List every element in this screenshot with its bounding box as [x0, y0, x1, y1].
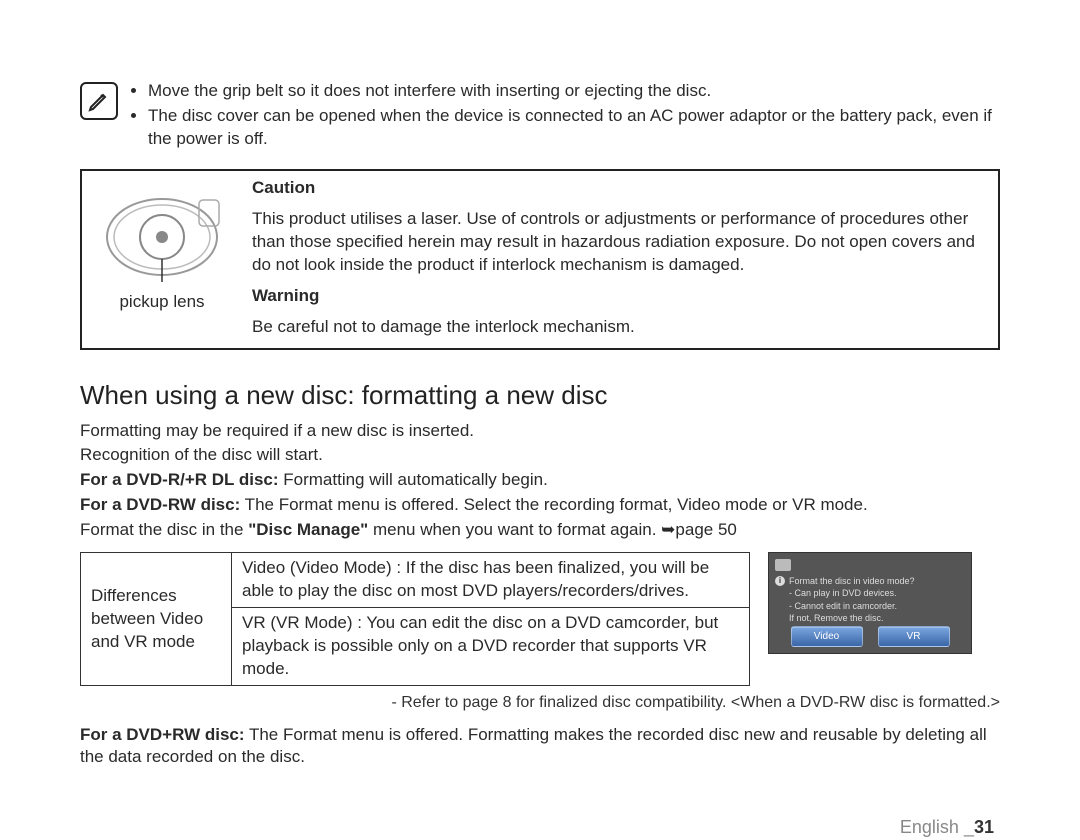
page-footer: English _31	[80, 815, 1000, 839]
diff-vr-cell: VR (VR Mode) : You can edit the disc on …	[232, 608, 750, 686]
para-dvdrw: For a DVD-RW disc: The Format menu is of…	[80, 494, 1000, 517]
diff-table: Differences between Video and VR mode Vi…	[80, 552, 750, 686]
manual-page: Move the grip belt so it does not interf…	[0, 0, 1080, 840]
para-dvdplusrw: For a DVD+RW disc: The Format menu is of…	[80, 724, 1000, 770]
para-dvdrw-rest: The Format menu is offered. Select the r…	[240, 495, 867, 514]
para-disc-manage-post: menu when you want to format again. ➥pag…	[368, 520, 737, 539]
illustration-caption: pickup lens	[119, 291, 204, 314]
pencil-note-icon	[80, 82, 118, 120]
caution-box: pickup lens Caution This product utilise…	[80, 169, 1000, 351]
para-recognition: Recognition of the disc will start.	[80, 444, 1000, 467]
para-disc-manage-pre: Format the disc in the	[80, 520, 248, 539]
dialog-line1: Format the disc in video mode?	[789, 575, 965, 587]
caution-illustration: pickup lens	[82, 171, 242, 349]
caution-text: This product utilises a laser. Use of co…	[252, 208, 988, 277]
camera-icon	[775, 559, 791, 571]
para-dvdr: For a DVD-R/+R DL disc: Formatting will …	[80, 469, 1000, 492]
warning-heading: Warning	[252, 285, 988, 308]
para-disc-manage: Format the disc in the "Disc Manage" men…	[80, 519, 1000, 542]
note-item: The disc cover can be opened when the de…	[148, 105, 1000, 151]
caution-heading: Caution	[252, 177, 988, 200]
dialog-line3: - Cannot edit in camcorder.	[789, 600, 965, 612]
dialog-line4: If not, Remove the disc.	[789, 612, 965, 624]
para-formatting-required: Formatting may be required if a new disc…	[80, 420, 1000, 443]
para-disc-manage-bold: "Disc Manage"	[248, 520, 368, 539]
footer-lang: English _	[900, 817, 974, 837]
camcorder-disc-icon	[92, 177, 232, 297]
para-dvdrw-bold: For a DVD-RW disc:	[80, 495, 240, 514]
para-dvdr-bold: For a DVD-R/+R DL disc:	[80, 470, 279, 489]
para-dvdr-rest: Formatting will automatically begin.	[279, 470, 548, 489]
note-row: Move the grip belt so it does not interf…	[80, 80, 1000, 153]
dialog-line2: - Can play in DVD devices.	[789, 587, 965, 599]
dialog-vr-button[interactable]: VR	[878, 626, 950, 648]
diff-row: Differences between Video and VR mode Vi…	[80, 552, 1000, 686]
footer-page-number: 31	[974, 817, 994, 837]
format-dialog-screenshot: i Format the disc in video mode? - Can p…	[768, 552, 972, 654]
section-title: When using a new disc: formatting a new …	[80, 378, 1000, 413]
info-icon: i	[775, 576, 785, 586]
para-dvdplusrw-bold: For a DVD+RW disc:	[80, 725, 245, 744]
refer-line: - Refer to page 8 for finalized disc com…	[80, 692, 1000, 714]
diff-header-cell: Differences between Video and VR mode	[81, 553, 232, 686]
note-bullets: Move the grip belt so it does not interf…	[130, 80, 1000, 153]
dialog-video-button[interactable]: Video	[791, 626, 863, 648]
warning-text: Be careful not to damage the interlock m…	[252, 316, 988, 339]
diff-video-cell: Video (Video Mode) : If the disc has bee…	[232, 553, 750, 608]
note-item: Move the grip belt so it does not interf…	[148, 80, 1000, 103]
caution-text-block: Caution This product utilises a laser. U…	[242, 171, 998, 349]
